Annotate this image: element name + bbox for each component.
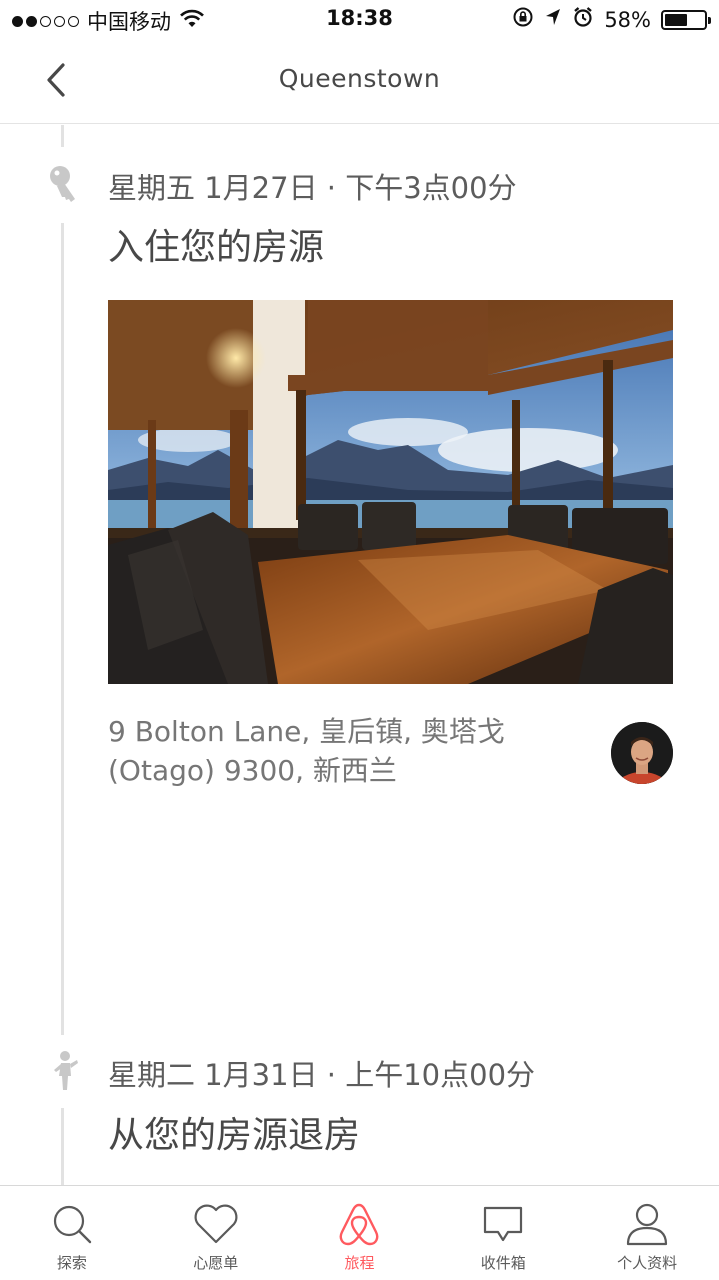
- heart-icon: [192, 1200, 240, 1248]
- tab-label: 收件箱: [480, 1254, 526, 1272]
- tab-label: 旅程: [344, 1254, 375, 1272]
- battery-percent: 58%: [604, 7, 651, 32]
- battery-level-fill: [665, 13, 688, 26]
- timeline-line-segment: [61, 1108, 64, 1186]
- tab-inbox[interactable]: 收件箱: [431, 1186, 575, 1280]
- tab-profile[interactable]: 个人资料: [575, 1186, 719, 1280]
- person-icon: [623, 1200, 671, 1248]
- status-bar: 中国移动 18:38 58%: [0, 0, 719, 40]
- search-icon: [48, 1200, 96, 1248]
- tab-trips[interactable]: 旅程: [288, 1186, 432, 1280]
- timeline-line-segment: [61, 125, 64, 147]
- tab-label: 心愿单: [193, 1254, 239, 1272]
- listing-address: 9 Bolton Lane, 皇后镇, 奥塔戈 (Otago) 9300, 新西…: [108, 712, 578, 790]
- alarm-icon: [572, 6, 594, 33]
- address-line-2: (Otago) 9300, 新西兰: [108, 754, 397, 787]
- airbnb-logo-icon: [335, 1200, 383, 1248]
- timeline-line-segment: [61, 223, 64, 1035]
- battery-icon: [661, 9, 711, 30]
- event-datetime: 星期二 1月31日 · 上午10点00分: [108, 1058, 536, 1092]
- address-line-1: 9 Bolton Lane, 皇后镇, 奥塔戈: [108, 715, 505, 748]
- chat-bubble-icon: [479, 1200, 527, 1248]
- event-title: 入住您的房源: [108, 227, 325, 268]
- listing-photo[interactable]: [108, 300, 673, 684]
- host-avatar[interactable]: [611, 722, 673, 784]
- tab-label: 个人资料: [617, 1254, 678, 1272]
- rotation-lock-icon: [512, 6, 534, 33]
- page-title: Queenstown: [278, 64, 441, 93]
- status-right: 58%: [512, 6, 711, 33]
- event-datetime: 星期五 1月27日 · 下午3点00分: [108, 171, 517, 205]
- navigation-bar: Queenstown: [0, 40, 719, 124]
- person-walking-out-icon: [46, 1050, 82, 1094]
- tab-label: 探索: [56, 1254, 87, 1272]
- event-title: 从您的房源退房: [108, 1115, 361, 1156]
- key-icon: [46, 164, 82, 208]
- tab-explore[interactable]: 探索: [0, 1186, 144, 1280]
- location-arrow-icon: [544, 7, 562, 32]
- tab-wishlist[interactable]: 心愿单: [144, 1186, 288, 1280]
- tab-bar: 探索 心愿单 旅程 收件箱 个人资料: [0, 1185, 719, 1280]
